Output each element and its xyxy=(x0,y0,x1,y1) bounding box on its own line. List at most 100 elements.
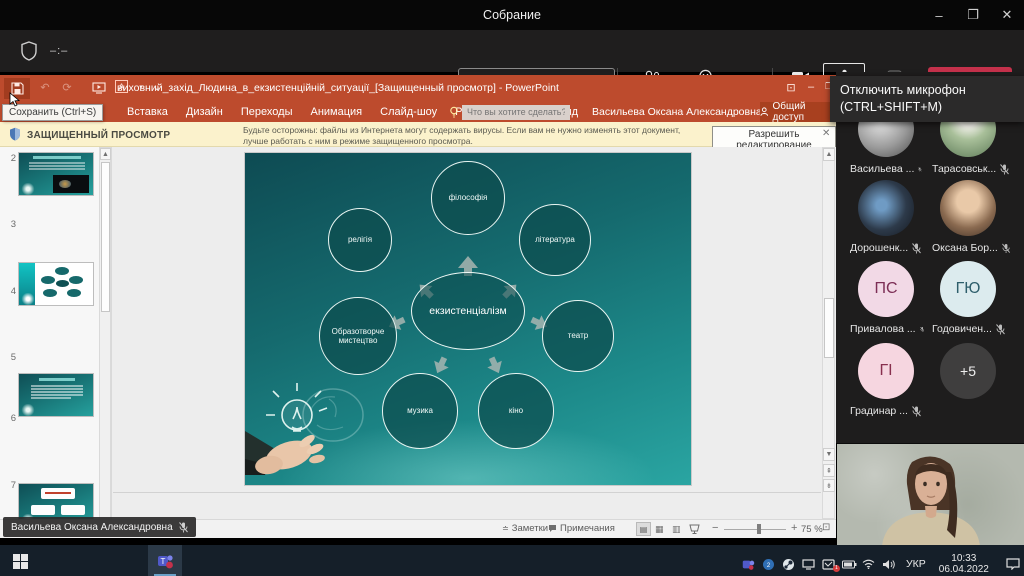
avatar-godovichenko[interactable]: ГЮ xyxy=(940,261,996,317)
avatar-oksana-bor[interactable] xyxy=(940,180,996,236)
circle-philosophy: філософія xyxy=(431,161,505,235)
battery-icon[interactable] xyxy=(842,560,857,569)
ppt-minimize-icon[interactable]: – xyxy=(802,81,820,93)
participant-privalova[interactable]: Привалова ... xyxy=(850,323,924,335)
tray-teams-icon[interactable] xyxy=(742,558,757,571)
participant-vasileva[interactable]: Васильева ... xyxy=(850,163,922,175)
view-sorter-button[interactable]: ▦ xyxy=(655,524,664,535)
protected-view-message: Будьте осторожны: файлы из Интернета мог… xyxy=(243,125,698,146)
circle-art: Образотворче мистецтво xyxy=(319,297,397,375)
tellme-search-input[interactable] xyxy=(462,105,570,120)
tellme-bulb-icon xyxy=(449,106,459,118)
avatar-privalova[interactable]: ПС xyxy=(858,261,914,317)
circle-religion: релігія xyxy=(328,208,392,272)
zoom-slider-thumb[interactable] xyxy=(757,524,761,534)
slide-thumbnail-panel xyxy=(0,147,112,519)
teams-taskbar-highlight[interactable]: T xyxy=(148,545,182,576)
slide-canvas[interactable]: філософія релігія література екзистенціа… xyxy=(245,153,691,485)
meeting-title: Собрание xyxy=(0,0,1024,30)
volume-icon[interactable] xyxy=(882,559,897,570)
zoom-slider-track[interactable] xyxy=(724,529,786,531)
avatar-initials: ГІ xyxy=(879,362,892,380)
circle-theatre: театр xyxy=(542,300,614,372)
ppt-window-title: виховний_захід_Людина_в_екзистенційній_с… xyxy=(0,82,676,94)
slide-thumbnail-2[interactable] xyxy=(18,152,94,196)
participant-oksana-bor[interactable]: Оксана Бор... xyxy=(932,242,1010,254)
action-center-icon[interactable] xyxy=(1006,558,1021,570)
date: 06.04.2022 xyxy=(939,564,989,575)
slide-thumbnail-4[interactable] xyxy=(18,373,94,417)
close-button[interactable]: ✕ xyxy=(990,0,1024,30)
participant-doroshenko[interactable]: Дорошенк... xyxy=(850,242,922,254)
share-document-button[interactable]: Общий доступ xyxy=(760,102,836,122)
notes-divider[interactable] xyxy=(113,492,821,493)
mouse-cursor xyxy=(9,92,20,107)
notes-toggle[interactable]: ≐ Заметки xyxy=(502,523,548,534)
avatar-gradinar[interactable]: ГІ xyxy=(858,343,914,399)
share-document-label: Общий доступ xyxy=(773,101,837,123)
mic-muted-icon xyxy=(1002,243,1010,254)
ribbon-display-icon[interactable]: ⊡ xyxy=(782,81,800,94)
fit-slide-button[interactable]: ⊡ xyxy=(822,522,830,533)
tray-onedrive-icon[interactable]: 2 xyxy=(762,558,777,571)
teams-titlebar: Собрание – ❐ ✕ xyxy=(0,0,1024,30)
tab-slideshow[interactable]: Слайд-шоу xyxy=(371,102,446,122)
mic-muted-icon xyxy=(918,164,922,175)
overflow-participants-badge[interactable]: +5 xyxy=(940,343,996,399)
thumbnail-scrollbar[interactable]: ▲ xyxy=(99,147,111,519)
tab-design[interactable]: Дизайн xyxy=(177,102,232,122)
self-video-tile[interactable] xyxy=(837,443,1024,545)
clock[interactable]: 10:33 06.04.2022 xyxy=(935,553,993,575)
tab-insert[interactable]: Вставка xyxy=(118,102,177,122)
mic-muted-icon xyxy=(1000,164,1009,175)
presenter-name-overlay: Васильева Оксана Александровна xyxy=(3,517,196,537)
tray-alert-icon[interactable]: 1 xyxy=(822,559,837,570)
participant-gradinar[interactable]: Градинар ... xyxy=(850,405,922,417)
time: 10:33 xyxy=(951,553,976,564)
mic-muted-icon xyxy=(920,324,924,335)
tab-animations[interactable]: Анимация xyxy=(301,102,371,122)
participant-tarasovska[interactable]: Тарасовськ... xyxy=(932,163,1010,175)
tab-transitions[interactable]: Переходы xyxy=(232,102,302,122)
svg-text:T: T xyxy=(160,557,165,566)
overflow-count: +5 xyxy=(960,363,976,379)
mic-muted-icon xyxy=(179,522,188,533)
notes-icon: ≐ xyxy=(502,524,509,533)
avatar-doroshenko[interactable] xyxy=(858,180,914,236)
view-normal-button[interactable]: ▤ xyxy=(636,522,651,536)
teams-toolbar: –:– Запросить управление Участники Реакц… xyxy=(0,30,1024,72)
mic-tooltip: Отключить микрофон (CTRL+SHIFT+M) xyxy=(830,76,1024,122)
thumb-number-4: 4 xyxy=(4,286,16,297)
wifi-icon[interactable] xyxy=(862,559,877,569)
view-slideshow-button[interactable] xyxy=(689,524,700,534)
participant-godovichenko[interactable]: Годовичен... xyxy=(932,323,1010,335)
shield-icon xyxy=(20,41,38,61)
protected-bar-close-icon[interactable]: ✕ xyxy=(822,128,830,139)
thumb-number-5: 5 xyxy=(4,352,16,363)
zoom-out-button[interactable]: − xyxy=(712,522,718,534)
next-slide-button[interactable]: ⇟ xyxy=(823,479,835,492)
minimize-button[interactable]: – xyxy=(922,0,956,30)
zoom-percent[interactable]: 75 % xyxy=(801,524,823,535)
tray-steam-icon[interactable] xyxy=(782,558,797,571)
prev-slide-button[interactable]: ⇞ xyxy=(823,464,835,477)
comments-toggle[interactable]: Примечания xyxy=(548,523,615,534)
restore-button[interactable]: ❐ xyxy=(956,0,990,30)
mic-muted-icon xyxy=(912,406,921,417)
windows-taskbar: T P W 2 1 xyxy=(0,545,1024,576)
ppt-ribbon-tabs: Вставка Дизайн Переходы Анимация Слайд-ш… xyxy=(0,102,836,122)
avatar-initials: ГЮ xyxy=(956,280,981,298)
protected-shield-icon xyxy=(9,127,21,141)
webcam-person xyxy=(837,444,1024,545)
view-reading-button[interactable]: ▥ xyxy=(672,524,681,535)
mic-muted-icon xyxy=(996,324,1005,335)
tray-display-icon[interactable] xyxy=(802,559,817,570)
circle-literature: література xyxy=(519,204,591,276)
language-indicator[interactable]: УКР xyxy=(902,558,930,570)
start-button[interactable] xyxy=(8,549,32,573)
slide-thumbnail-3[interactable] xyxy=(18,262,94,306)
circle-existentialism: екзистенціалізм xyxy=(411,272,525,350)
mic-muted-icon xyxy=(912,243,921,254)
zoom-in-button[interactable]: + xyxy=(791,522,797,534)
slide-scrollbar[interactable]: ▲ ▼ ⇞ ⇟ xyxy=(822,147,835,519)
